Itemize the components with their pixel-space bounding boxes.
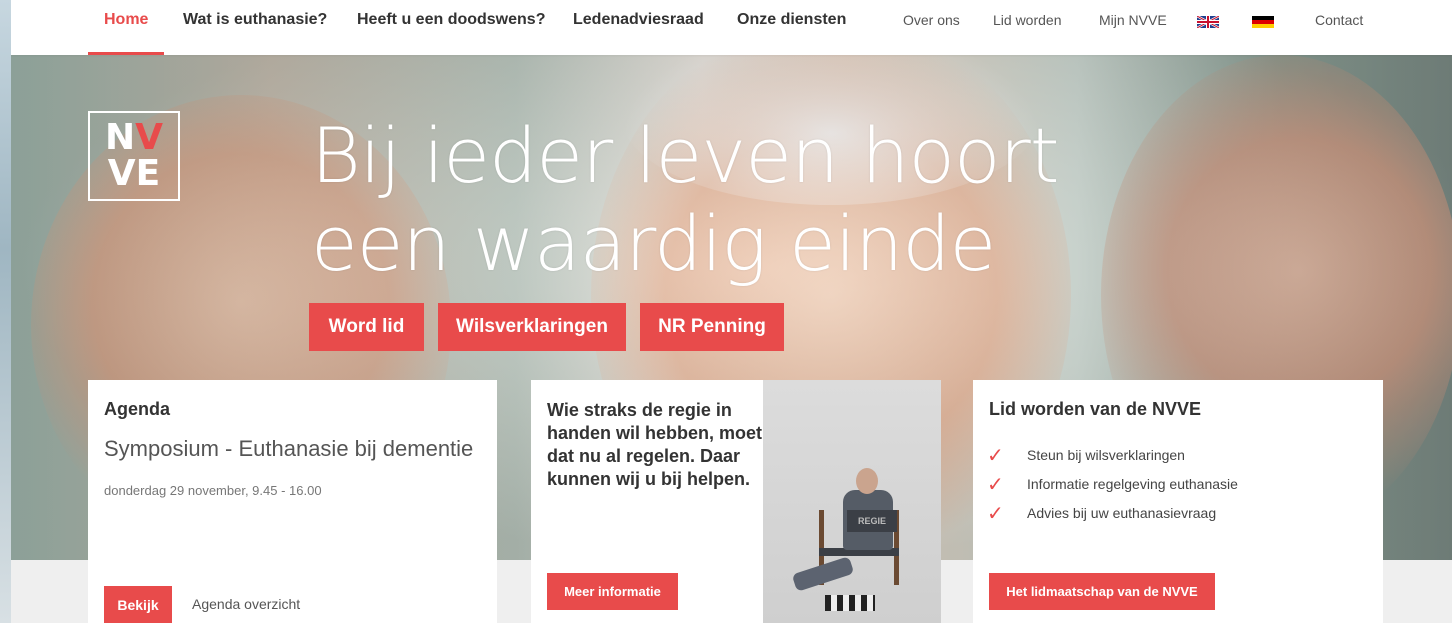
agenda-heading: Agenda	[104, 399, 171, 419]
agenda-event-date: donderdag 29 november, 9.45 - 16.00	[104, 483, 322, 498]
membership-card: Lid worden van de NVVE ✓ Steun bij wilsv…	[973, 380, 1383, 623]
hero-title-line-1: Bij ieder leven hoort	[311, 111, 1060, 200]
word-lid-button[interactable]: Word lid	[309, 303, 424, 351]
nav-contact[interactable]: Contact	[1315, 12, 1363, 28]
agenda-overzicht-link[interactable]: Agenda overzicht	[192, 596, 300, 612]
man-head	[856, 468, 878, 494]
nav-wat-is-euthanasie[interactable]: Wat is euthanasie?	[183, 0, 327, 55]
nav-mijn-nvve[interactable]: Mijn NVVE	[1099, 12, 1167, 28]
agenda-card: Agenda Symposium - Euthanasie bij dement…	[88, 380, 497, 623]
flag-de-icon[interactable]	[1252, 16, 1274, 28]
chair-back-label: REGIE	[847, 510, 897, 532]
nav-ledenadviesraad[interactable]: Ledenadviesraad	[573, 0, 704, 55]
benefits-list: ✓ Steun bij wilsverklaringen ✓ Informati…	[987, 440, 1238, 527]
bekijk-button[interactable]: Bekijk	[104, 586, 172, 623]
benefit-label: Informatie regelgeving euthanasie	[1027, 475, 1238, 492]
benefit-item: ✓ Steun bij wilsverklaringen	[987, 440, 1238, 469]
regie-promo-card: Wie straks de regie in handen wil hebben…	[531, 380, 941, 623]
nav-over-ons[interactable]: Over ons	[903, 12, 960, 28]
benefit-label: Advies bij uw euthanasievraag	[1027, 504, 1217, 521]
nav-home[interactable]: Home	[87, 0, 166, 55]
benefit-item: ✓ Advies bij uw euthanasievraag	[987, 498, 1238, 527]
nav-lid-worden[interactable]: Lid worden	[993, 12, 1062, 28]
lidmaatschap-button[interactable]: Het lidmaatschap van de NVVE	[989, 573, 1215, 610]
clapperboard	[825, 595, 875, 611]
nvve-logo[interactable]: NV VE	[88, 111, 180, 201]
nav-doodswens[interactable]: Heeft u een doodswens?	[357, 0, 545, 55]
hero-title: Bij ieder leven hoort een waardig einde	[311, 111, 1060, 288]
meer-informatie-button[interactable]: Meer informatie	[547, 573, 678, 610]
window-edge	[0, 0, 11, 623]
logo-top-text: NV	[104, 117, 163, 158]
agenda-event-title[interactable]: Symposium - Euthanasie bij dementie	[104, 436, 473, 462]
promo-photo-man-in-chair: REGIE	[763, 380, 941, 623]
check-icon: ✓	[987, 471, 1004, 496]
promo-text: Wie straks de regie in handen wil hebben…	[547, 400, 763, 489]
top-navigation: Home Wat is euthanasie? Heeft u een dood…	[11, 0, 1452, 55]
benefit-label: Steun bij wilsverklaringen	[1027, 446, 1185, 463]
membership-heading: Lid worden van de NVVE	[989, 399, 1202, 419]
hero-title-line-2: een waardig einde	[311, 199, 996, 288]
nr-penning-button[interactable]: NR Penning	[640, 303, 784, 351]
check-icon: ✓	[987, 442, 1004, 467]
flag-uk-icon[interactable]	[1197, 16, 1219, 28]
benefit-item: ✓ Informatie regelgeving euthanasie	[987, 469, 1238, 498]
wilsverklaringen-button[interactable]: Wilsverklaringen	[438, 303, 626, 351]
check-icon: ✓	[987, 500, 1004, 525]
logo-bottom-text: VE	[107, 153, 161, 194]
nav-onze-diensten[interactable]: Onze diensten	[737, 0, 846, 55]
